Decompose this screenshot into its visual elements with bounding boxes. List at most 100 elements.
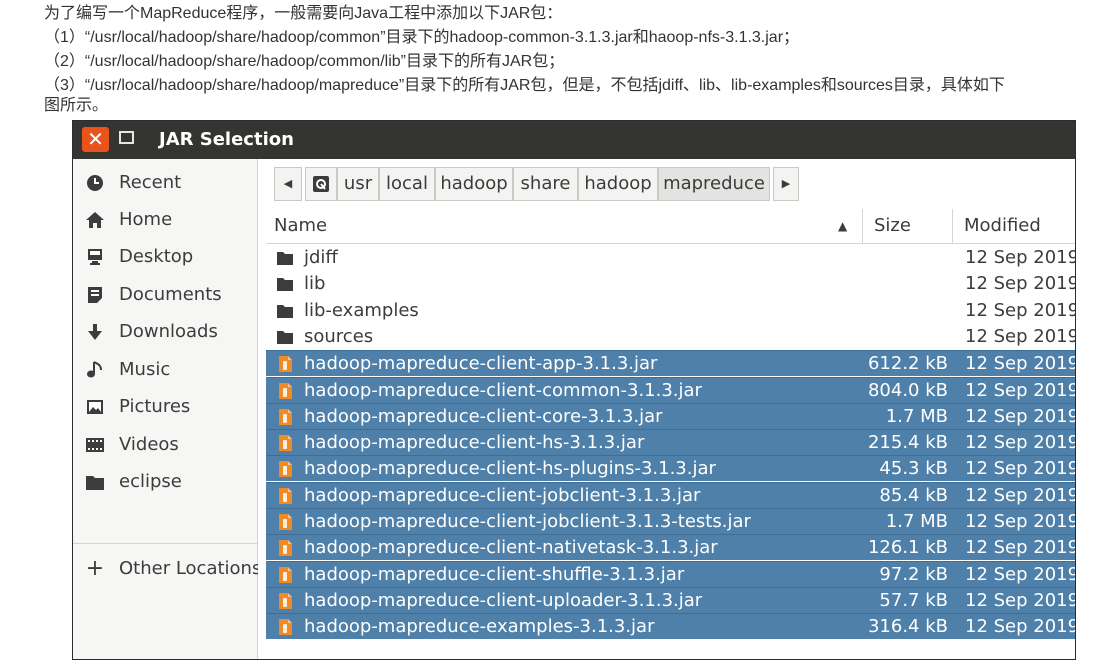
path-segment-share[interactable]: share [513, 167, 578, 201]
sidebar-item-documents[interactable]: Documents [73, 277, 257, 313]
folder-icon [277, 252, 293, 265]
sidebar-item-label: Other Locations [119, 558, 262, 579]
jar-file-icon [279, 461, 292, 477]
file-row[interactable]: hadoop-mapreduce-client-shuffle-3.1.3.ja… [266, 561, 1075, 587]
file-name: hadoop-mapreduce-client-hs-plugins-3.1.3… [304, 458, 716, 479]
column-name-label: Name [274, 215, 328, 236]
file-name: jdiff [304, 247, 338, 268]
file-name: hadoop-mapreduce-client-app-3.1.3.jar [304, 353, 658, 374]
sidebar-item-label: Pictures [119, 396, 191, 417]
file-size: 45.3 kB [879, 458, 948, 479]
file-modified: 12 Sep 2019 [965, 300, 1076, 321]
file-modified: 12 Sep 2019 [965, 511, 1076, 532]
maximize-button[interactable] [119, 131, 134, 144]
sidebar-item-eclipse[interactable]: eclipse [73, 464, 257, 500]
file-size: 85.4 kB [879, 485, 948, 506]
sidebar-divider [73, 543, 257, 544]
file-modified: 12 Sep 2019 [965, 247, 1076, 268]
file-size [866, 271, 948, 297]
folder-icon [277, 278, 293, 291]
window-title: JAR Selection [159, 129, 294, 150]
file-row[interactable]: hadoop-mapreduce-client-nativetask-3.1.3… [266, 534, 1075, 560]
folder-row[interactable]: lib-examples 12 Sep 2019 [266, 298, 1075, 324]
jar-file-icon [279, 567, 292, 583]
sidebar-item-music[interactable]: Music [73, 352, 257, 388]
column-divider [952, 209, 953, 243]
path-root-button[interactable] [305, 167, 337, 201]
sidebar-item-recent[interactable]: Recent [73, 165, 257, 201]
file-name: hadoop-mapreduce-client-hs-3.1.3.jar [304, 432, 645, 453]
sidebar-item-desktop[interactable]: Desktop [73, 239, 257, 275]
file-size: 1.7 MB [885, 511, 948, 532]
file-name: sources [304, 326, 374, 347]
sidebar-item-label: Downloads [119, 321, 218, 342]
folder-row[interactable]: jdiff 12 Sep 2019 [266, 245, 1075, 271]
desktop-icon [88, 249, 102, 265]
path-segment-hadoop-2[interactable]: hadoop [578, 167, 658, 201]
column-modified[interactable]: Modified [964, 209, 1041, 243]
sidebar-item-label: Videos [119, 434, 179, 455]
file-row[interactable]: hadoop-mapreduce-examples-3.1.3.jar 316.4… [266, 613, 1075, 639]
jar-file-icon [279, 514, 292, 530]
sidebar-item-pictures[interactable]: Pictures [73, 389, 257, 425]
folder-icon [86, 476, 104, 490]
column-size[interactable]: Size [874, 209, 911, 243]
close-button[interactable]: ✕ [82, 127, 109, 152]
column-name[interactable]: Name ▲ [274, 209, 854, 243]
folder-icon [277, 305, 293, 318]
sidebar-item-videos[interactable]: Videos [73, 427, 257, 463]
file-modified: 12 Sep 2019 [965, 353, 1076, 374]
file-row[interactable]: hadoop-mapreduce-client-app-3.1.3.jar 612… [266, 350, 1075, 376]
file-browser: ◀ usr local hadoop share hadoop mapreduc… [258, 159, 1075, 659]
file-size [866, 245, 948, 271]
jar-file-icon [279, 540, 292, 556]
videos-icon [86, 438, 104, 452]
file-row[interactable]: hadoop-mapreduce-client-hs-3.1.3.jar 215.… [266, 429, 1075, 455]
jar-file-icon [279, 356, 292, 372]
file-row[interactable]: hadoop-mapreduce-client-hs-plugins-3.1.3… [266, 455, 1075, 481]
sidebar-item-label: eclipse [119, 471, 182, 492]
file-name: lib [304, 273, 326, 294]
file-row[interactable]: hadoop-mapreduce-client-jobclient-3.1.3.… [266, 482, 1075, 508]
home-icon [86, 212, 104, 228]
path-forward-button[interactable]: ▶ [773, 167, 799, 201]
list-item-2: （2）“/usr/local/hadoop/share/hadoop/commo… [44, 53, 565, 70]
path-segment-mapreduce[interactable]: mapreduce [658, 167, 770, 201]
file-modified: 12 Sep 2019 [965, 380, 1076, 401]
sidebar-item-label: Music [119, 359, 171, 380]
path-segment-local[interactable]: local [379, 167, 435, 201]
plus-icon: + [85, 556, 105, 581]
file-size [866, 324, 948, 350]
sort-ascending-icon: ▲ [838, 219, 848, 233]
file-name: hadoop-mapreduce-client-nativetask-3.1.3… [304, 537, 718, 558]
sidebar-item-downloads[interactable]: Downloads [73, 314, 257, 350]
path-segment-hadoop[interactable]: hadoop [435, 167, 513, 201]
music-icon [87, 361, 102, 378]
jar-file-icon [279, 409, 292, 425]
file-modified: 12 Sep 2019 [965, 326, 1076, 347]
intro-paragraph: 为了编写一个MapReduce程序，一般需要向Java工程中添加以下JAR包： [44, 5, 563, 22]
file-modified: 12 Sep 2019 [965, 616, 1076, 637]
path-segment-usr[interactable]: usr [337, 167, 379, 201]
file-row[interactable]: hadoop-mapreduce-client-jobclient-3.1.3-… [266, 508, 1075, 534]
file-modified: 12 Sep 2019 [965, 537, 1076, 558]
file-modified: 12 Sep 2019 [965, 273, 1076, 294]
folder-row[interactable]: sources 12 Sep 2019 [266, 324, 1075, 350]
title-bar: ✕ JAR Selection [73, 121, 1075, 159]
file-size: 126.1 kB [867, 537, 948, 558]
folder-row[interactable]: lib 12 Sep 2019 [266, 271, 1075, 297]
path-back-button[interactable]: ◀ [274, 167, 302, 201]
clock-icon [87, 175, 103, 191]
column-header-row: Name ▲ Size Modified [266, 209, 1075, 244]
sidebar-item-label: Home [119, 209, 173, 230]
sidebar-item-label: Desktop [119, 246, 194, 267]
file-row[interactable]: hadoop-mapreduce-client-uploader-3.1.3.j… [266, 587, 1075, 613]
sidebar-item-other-locations[interactable]: + Other Locations [73, 551, 262, 587]
sidebar-item-home[interactable]: Home [73, 202, 257, 238]
jar-file-icon [279, 619, 292, 635]
jar-file-icon [279, 488, 292, 504]
file-row[interactable]: hadoop-mapreduce-client-core-3.1.3.jar 1.… [266, 403, 1075, 429]
file-name: hadoop-mapreduce-client-uploader-3.1.3.j… [304, 590, 703, 611]
list-item-3: （3）“/usr/local/hadoop/share/hadoop/mapre… [44, 77, 1005, 94]
file-row[interactable]: hadoop-mapreduce-client-common-3.1.3.jar… [266, 377, 1075, 403]
